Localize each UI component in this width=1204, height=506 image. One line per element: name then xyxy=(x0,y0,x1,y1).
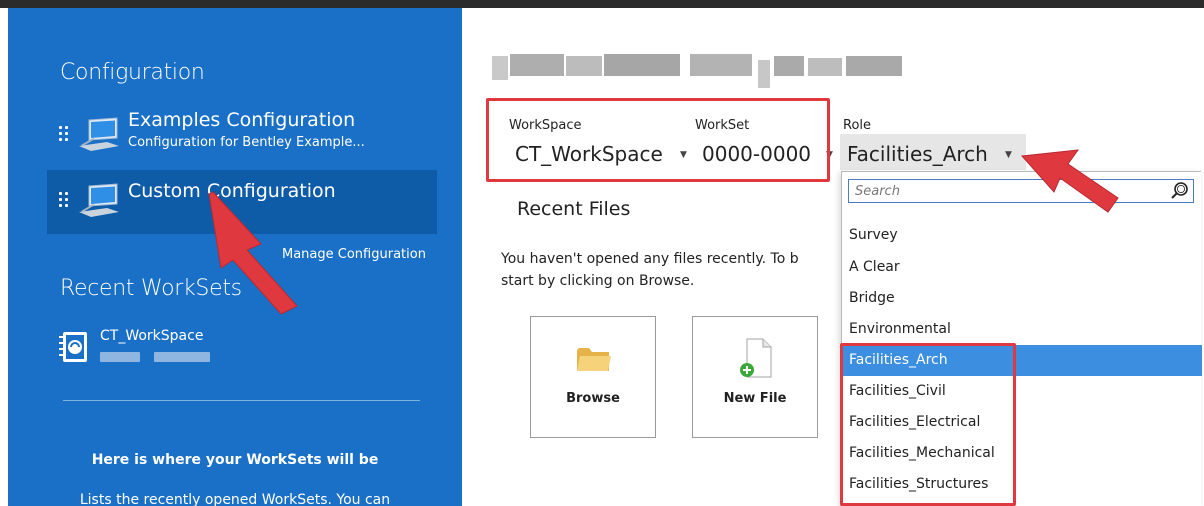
config-item-examples[interactable]: Examples Configuration Configuration for… xyxy=(47,108,437,170)
facilities-options-highlight xyxy=(840,343,1016,506)
search-icon[interactable] xyxy=(1170,181,1190,201)
computer-icon xyxy=(79,117,119,151)
browse-label: Browse xyxy=(566,391,620,406)
role-label: Role xyxy=(843,118,872,133)
role-option[interactable]: Survey xyxy=(842,220,1202,251)
divider xyxy=(63,400,420,401)
new-file-label: New File xyxy=(723,391,787,406)
workset-name: CT_WorkSpace xyxy=(100,328,204,344)
annotation-arrow-icon xyxy=(208,191,298,315)
role-option[interactable]: Bridge xyxy=(842,283,1202,314)
recent-files-heading: Recent Files xyxy=(517,198,631,220)
computer-icon xyxy=(79,183,119,217)
blurred-text xyxy=(154,352,210,362)
drag-grip-icon[interactable] xyxy=(59,192,69,210)
role-option[interactable]: A Clear xyxy=(842,252,1202,283)
workset-book-icon xyxy=(59,332,87,362)
role-option[interactable]: Environmental xyxy=(842,314,1202,345)
new-file-icon xyxy=(740,338,772,378)
recent-files-message: You haven't opened any files recently. T… xyxy=(501,248,841,292)
worksets-hint-body: Lists the recently opened WorkSets. You … xyxy=(79,492,391,506)
workspace-workset-highlight xyxy=(486,98,830,182)
role-value: Facilities_Arch xyxy=(847,142,988,166)
recent-files-message-line: start by clicking on Browse. xyxy=(501,273,695,289)
recent-files-message-line: You haven't opened any files recently. T… xyxy=(501,251,799,267)
config-subtitle: Configuration for Bentley Example... xyxy=(128,135,365,150)
new-file-button[interactable]: New File xyxy=(692,316,818,438)
annotation-arrow-icon xyxy=(1020,149,1119,213)
folder-icon xyxy=(577,348,611,371)
recent-workset-item[interactable]: CT_WorkSpace xyxy=(58,326,358,378)
configuration-heading: Configuration xyxy=(60,60,205,85)
worksets-hint-title: Here is where your WorkSets will be xyxy=(91,452,379,468)
window-top-edge xyxy=(0,0,1204,8)
drag-grip-icon[interactable] xyxy=(59,126,69,144)
browse-button[interactable]: Browse xyxy=(530,316,656,438)
blurred-text xyxy=(100,352,140,362)
chevron-down-icon: ▼ xyxy=(1005,150,1012,160)
config-title: Examples Configuration xyxy=(128,109,356,131)
role-dropdown[interactable]: Facilities_Arch ▼ xyxy=(840,134,1026,170)
